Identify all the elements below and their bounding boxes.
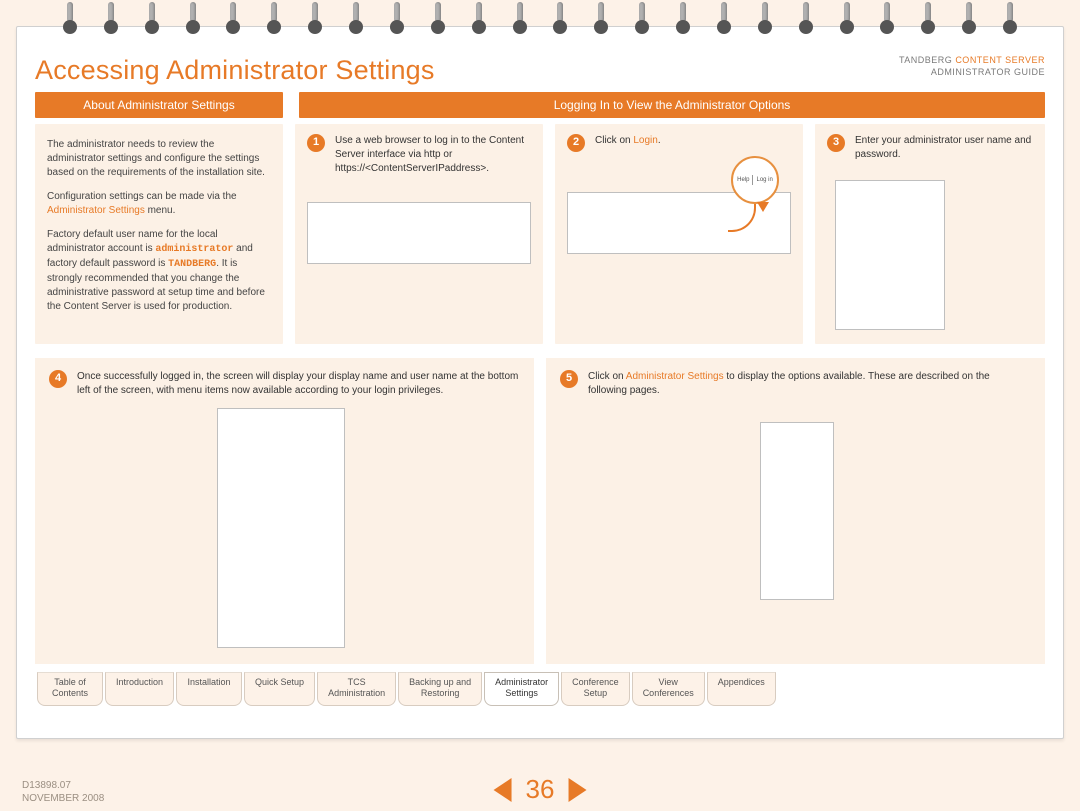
step-3-screenshot — [835, 180, 945, 330]
tab-backup-restore[interactable]: Backing up andRestoring — [398, 672, 482, 706]
step-4-panel: 4 Once successfully logged in, the scree… — [35, 358, 534, 664]
step-2-panel: 2 Click on Login. Help Log in — [555, 124, 803, 344]
section-bar-about: About Administrator Settings — [35, 92, 283, 118]
bottom-tabs: Table ofContents Introduction Installati… — [35, 672, 1045, 706]
about-panel: The administrator needs to review the ad… — [35, 124, 283, 344]
step-2-number: 2 — [567, 134, 585, 152]
page-title: Accessing Administrator Settings — [35, 55, 435, 86]
mag-divider — [752, 175, 753, 185]
step-3-panel: 3 Enter your administrator user name and… — [815, 124, 1045, 344]
page-number: 36 — [526, 774, 555, 805]
next-page-arrow-icon[interactable] — [568, 778, 586, 802]
tab-toc[interactable]: Table ofContents — [37, 672, 103, 706]
page-surface: Accessing Administrator Settings TANDBER… — [16, 26, 1064, 739]
default-user: administrator — [155, 244, 233, 255]
mag-login: Log in — [756, 177, 772, 183]
about-p3: Factory default user name for the local … — [47, 228, 271, 314]
step-5-number: 5 — [560, 370, 578, 388]
admin-settings-link[interactable]: Administrator Settings — [47, 205, 145, 216]
step-4-screenshot — [217, 408, 345, 648]
doc-id: D13898.07 — [22, 780, 71, 791]
step-4-number: 4 — [49, 370, 67, 388]
step-1-panel: 1 Use a web browser to log in to the Con… — [295, 124, 543, 344]
tab-tcs-admin[interactable]: TCSAdministration — [317, 672, 396, 706]
step-5-text: Click on Administrator Settings to displ… — [588, 370, 1031, 398]
magnifier-icon: Help Log in — [731, 156, 779, 204]
about-p2: Configuration settings can be made via t… — [47, 190, 271, 218]
step-1-text: Use a web browser to log in to the Conte… — [335, 134, 531, 176]
pointer-arrow-icon — [757, 202, 769, 212]
tab-quick-setup[interactable]: Quick Setup — [244, 672, 315, 706]
step-3-number: 3 — [827, 134, 845, 152]
doc-meta: D13898.07 NOVEMBER 2008 — [22, 779, 104, 805]
prev-page-arrow-icon[interactable] — [494, 778, 512, 802]
step-3-text: Enter your administrator user name and p… — [855, 134, 1033, 162]
pager: 36 — [494, 774, 587, 805]
spiral-binding — [0, 0, 1080, 42]
step-2-text: Click on Login. — [595, 134, 791, 152]
tab-appendices[interactable]: Appendices — [707, 672, 776, 706]
about-p1: The administrator needs to review the ad… — [47, 138, 271, 180]
tab-introduction[interactable]: Introduction — [105, 672, 174, 706]
brand-block: TANDBERG CONTENT SERVER ADMINISTRATOR GU… — [899, 55, 1045, 78]
admin-settings-step5-link[interactable]: Administrator Settings — [626, 371, 724, 382]
step-1-screenshot — [307, 202, 531, 264]
step-5-screenshot — [760, 422, 834, 600]
section-bar-login: Logging In to View the Administrator Opt… — [299, 92, 1045, 118]
tab-installation[interactable]: Installation — [176, 672, 242, 706]
step-5-panel: 5 Click on Administrator Settings to dis… — [546, 358, 1045, 664]
tab-view-conferences[interactable]: ViewConferences — [632, 672, 705, 706]
tab-admin-settings[interactable]: AdministratorSettings — [484, 672, 559, 706]
brand-sub: ADMINISTRATOR GUIDE — [931, 67, 1045, 77]
mag-help: Help — [737, 177, 749, 183]
brand-pre: TANDBERG — [899, 55, 955, 65]
step-4-text: Once successfully logged in, the screen … — [77, 370, 520, 398]
doc-date: NOVEMBER 2008 — [22, 793, 104, 804]
default-pass: TANDBERG — [168, 259, 216, 270]
login-link[interactable]: Login — [633, 135, 657, 146]
step-1-number: 1 — [307, 134, 325, 152]
tab-conference-setup[interactable]: ConferenceSetup — [561, 672, 630, 706]
brand-accent: CONTENT SERVER — [955, 55, 1045, 65]
page-footer: D13898.07 NOVEMBER 2008 36 — [22, 779, 1058, 805]
